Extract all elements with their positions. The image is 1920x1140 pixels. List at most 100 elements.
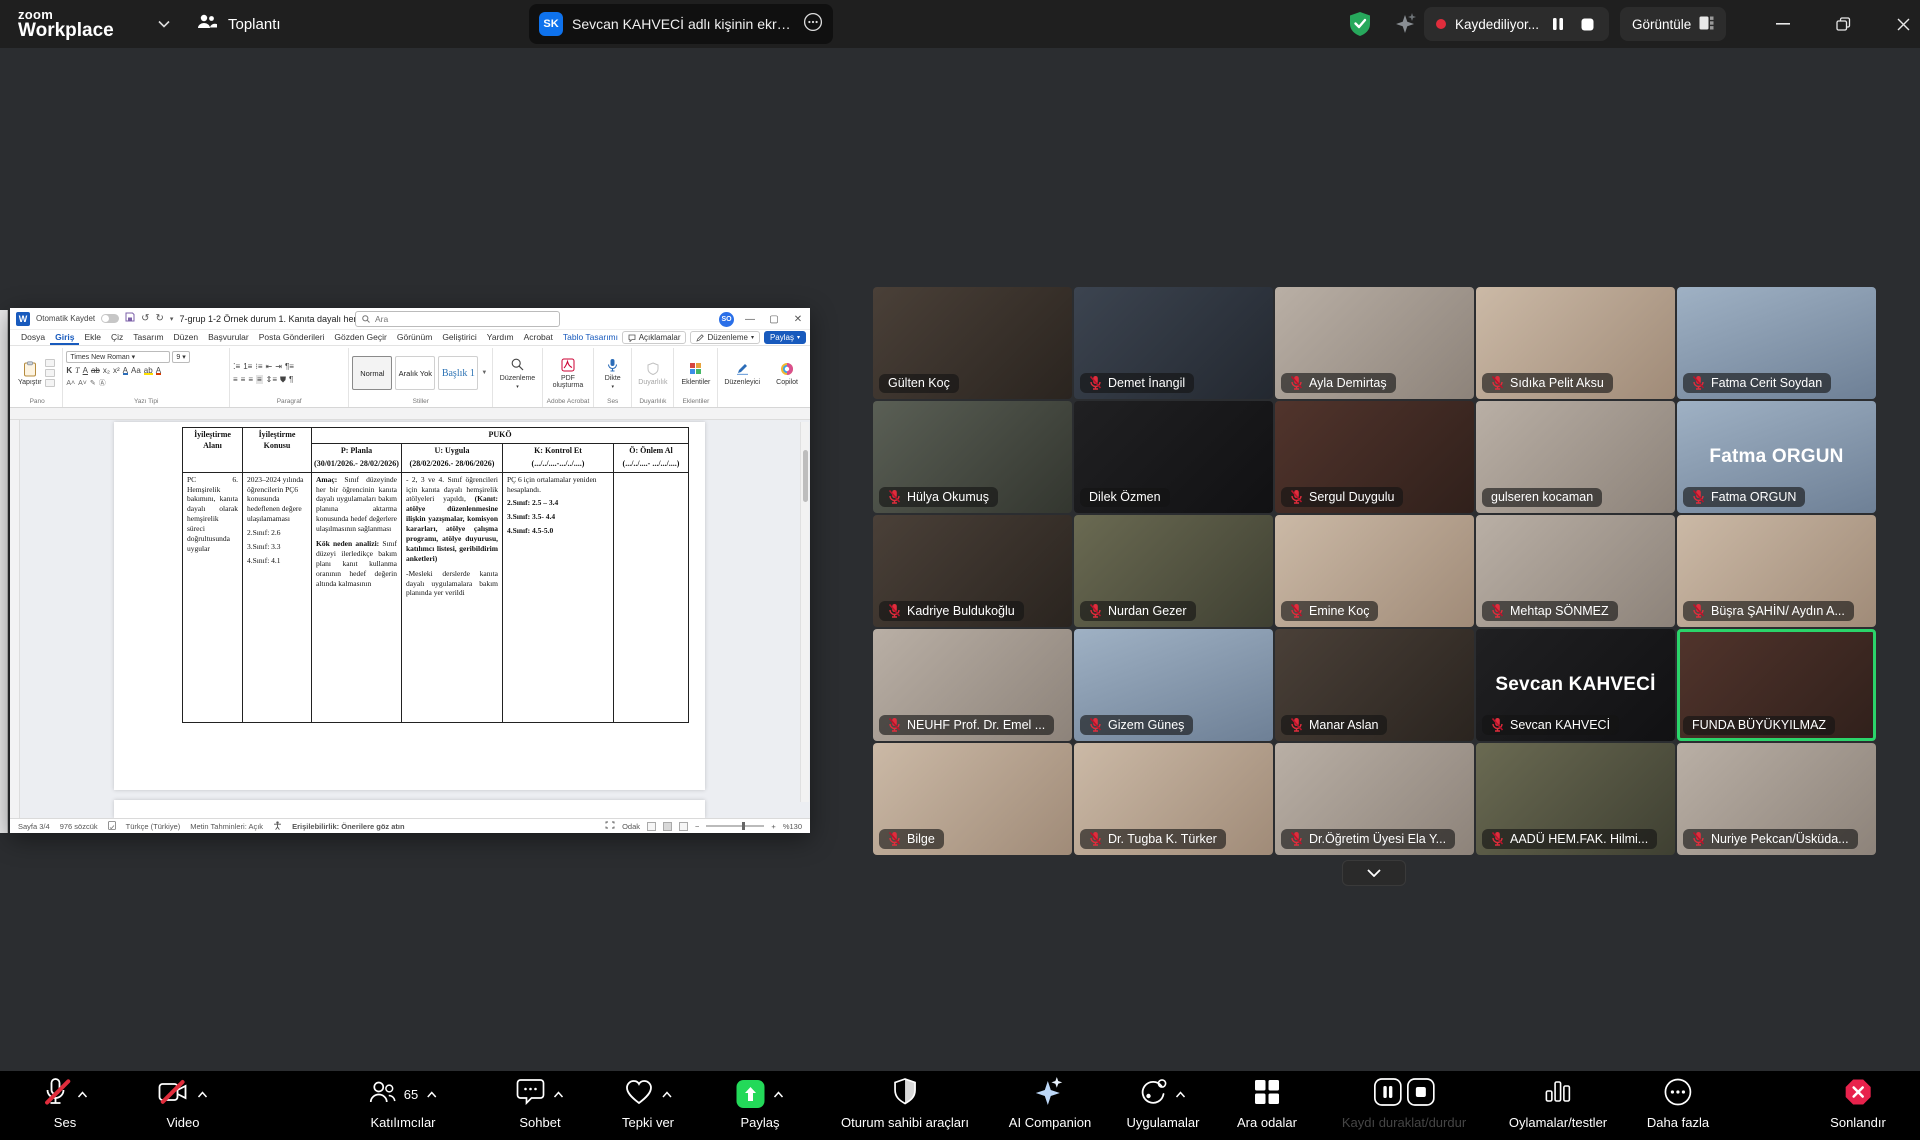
window-restore-button[interactable] [1828, 0, 1858, 48]
toolbar-host-tools-button[interactable]: Oturum sahibi araçları [841, 1079, 969, 1130]
font-size-select[interactable]: 9 ▾ [172, 351, 189, 363]
participant-tile[interactable]: Gülten Koç [873, 287, 1072, 399]
apps-options-chevron[interactable] [1176, 1091, 1186, 1098]
window-minimize-button[interactable] [1768, 0, 1798, 48]
ribbon-tab[interactable]: Düzen [169, 330, 204, 345]
editor-button[interactable]: Düzenleyici [721, 349, 763, 397]
pause-recording-icon[interactable] [1373, 1078, 1401, 1111]
dictate-button[interactable]: Dikte ▾ [602, 349, 624, 397]
zoom-slider[interactable] [706, 825, 764, 827]
participant-tile[interactable]: Dr.Öğretim Üyesi Ela Y... [1275, 743, 1474, 855]
participant-tile[interactable]: gulseren kocaman [1476, 401, 1675, 513]
document-page-3[interactable]: İyileştirme Alanıİyileştirme KonusuPUKÖP… [114, 422, 705, 790]
ribbon-tab[interactable]: Görünüm [392, 330, 437, 345]
ribbon-tab[interactable]: Acrobat [519, 330, 558, 345]
font-extra-buttons[interactable]: A˄A˅✎Ⓐ [66, 378, 226, 388]
participant-tile[interactable]: AADÜ HEM.FAK. Hilmi... [1476, 743, 1675, 855]
recording-stop-button[interactable] [1577, 14, 1597, 34]
ribbon-tab[interactable]: Çiz [106, 330, 128, 345]
ribbon-tab[interactable]: Dosya [16, 330, 50, 345]
style-normal[interactable]: Normal [352, 356, 392, 390]
participants-options-chevron[interactable] [427, 1091, 437, 1098]
participant-tile[interactable]: NEUHF Prof. Dr. Emel ... [873, 629, 1072, 741]
word-account-avatar[interactable]: SO [719, 312, 734, 327]
reactions-options-chevron[interactable] [662, 1091, 672, 1098]
word-search-box[interactable] [355, 311, 560, 327]
cut-copy-format-buttons[interactable] [45, 349, 55, 397]
list-buttons[interactable]: ⁚≡1≡⁝≡⇤⇥¶≡ [233, 362, 345, 371]
zoom-slider-knob[interactable] [742, 822, 745, 830]
font-name-select[interactable]: Times New Roman ▾ [66, 351, 170, 363]
toolbar-participants-button[interactable]: 65 Katılımcılar [369, 1079, 437, 1130]
addins-button[interactable]: Eklentiler [679, 349, 714, 397]
window-close-button[interactable] [1888, 0, 1918, 48]
grid-collapse-button[interactable] [1342, 860, 1406, 886]
chat-options-chevron[interactable] [554, 1091, 564, 1098]
ribbon-tab[interactable]: Geliştirici [437, 330, 481, 345]
toolbar-share-button[interactable]: Paylaş [737, 1079, 784, 1130]
ribbon-tab[interactable]: Başvurular [203, 330, 254, 345]
status-page[interactable]: Sayfa 3/4 [18, 822, 50, 831]
tab-meeting[interactable]: Toplantı [196, 0, 281, 48]
word-close-button[interactable]: ✕ [790, 314, 806, 325]
participant-tile[interactable]: Büşra ŞAHİN/ Aydın A... [1677, 515, 1876, 627]
ai-companion-status-icon[interactable] [1396, 0, 1418, 48]
ribbon-tab[interactable]: Yardım [482, 330, 519, 345]
qat-customize-icon[interactable]: ▾ [170, 315, 174, 323]
status-zoom-level[interactable]: %130 [783, 822, 802, 831]
video-options-chevron[interactable] [198, 1091, 208, 1098]
audio-options-chevron[interactable] [78, 1091, 88, 1098]
toolbar-ai-companion-button[interactable]: AI Companion [1009, 1079, 1091, 1130]
ribbon-tab[interactable]: Posta Gönderileri [254, 330, 330, 345]
participant-tile[interactable]: Dr. Tugba K. Türker [1074, 743, 1273, 855]
style-heading1[interactable]: Başlık 1 [438, 356, 478, 390]
word-minimize-button[interactable]: — [742, 314, 758, 325]
search-input[interactable] [375, 314, 535, 324]
participant-tile[interactable]: Fatma Cerit Soydan [1677, 287, 1876, 399]
participant-tile[interactable]: Dilek Özmen [1074, 401, 1273, 513]
toolbar-polls-button[interactable]: Oylamalar/testler [1509, 1079, 1607, 1130]
copilot-button[interactable]: Copilot [773, 349, 801, 397]
participant-tile[interactable]: Hülya Okumuş [873, 401, 1072, 513]
ribbon-tab[interactable]: Ekle [79, 330, 106, 345]
participant-tile[interactable]: Mehtap SÖNMEZ [1476, 515, 1675, 627]
status-language[interactable]: Türkçe (Türkiye) [126, 822, 181, 831]
participant-tile[interactable]: Gizem Güneş [1074, 629, 1273, 741]
ribbon-tab[interactable]: Giriş [50, 330, 79, 345]
focus-icon[interactable] [605, 821, 615, 831]
font-format-buttons[interactable]: KTAabx₂x²AAaabA [66, 366, 226, 375]
status-words[interactable]: 976 sözcük [60, 822, 98, 831]
view-button[interactable]: Görüntüle [1620, 7, 1726, 41]
participant-tile[interactable]: Bilge [873, 743, 1072, 855]
document-scrollbar[interactable] [800, 422, 809, 802]
participant-tile[interactable]: Ayla Demirtaş [1275, 287, 1474, 399]
editing-button[interactable]: Düzenleme ▾ [497, 349, 538, 397]
redo-icon[interactable]: ↻ [156, 313, 164, 324]
view-printlayout-button[interactable] [663, 822, 672, 831]
status-accessibility[interactable]: Erişilebilirlik: Önerilere göz atın [292, 822, 405, 831]
status-predictions[interactable]: Metin Tahminleri: Açık [190, 822, 263, 831]
toolbar-end-button[interactable]: Sonlandır [1830, 1079, 1886, 1130]
share-tab-more-icon[interactable] [803, 12, 823, 37]
save-icon[interactable] [125, 312, 135, 325]
stop-recording-icon[interactable] [1406, 1078, 1434, 1111]
shared-word-window[interactable]: W Otomatik Kaydet ↺ ↻ ▾ 7-grup 1-2 Örnek… [10, 308, 810, 833]
participant-tile[interactable]: Fatma ORGUNFatma ORGUN [1677, 401, 1876, 513]
participant-tile[interactable]: Emine Koç [1275, 515, 1474, 627]
paste-button[interactable]: Yapıştır [15, 349, 45, 397]
recording-pause-button[interactable] [1548, 14, 1568, 34]
document-page-4[interactable] [114, 800, 705, 818]
participant-tile[interactable]: Manar Aslan [1275, 629, 1474, 741]
participant-tile[interactable]: FUNDA BÜYÜKYILMAZ [1677, 629, 1876, 741]
toolbar-more-button[interactable]: Daha fazla [1647, 1079, 1709, 1130]
word-document-area[interactable]: İyileştirme Alanıİyileştirme KonusuPUKÖP… [10, 420, 810, 818]
toolbar-apps-button[interactable]: Uygulamalar [1127, 1079, 1200, 1130]
participant-tile[interactable]: Sevcan KAHVECİSevcan KAHVECİ [1476, 629, 1675, 741]
participant-tile[interactable]: Nuriye Pekcan/Üsküda... [1677, 743, 1876, 855]
proofing-icon[interactable] [108, 821, 116, 832]
security-shield-icon[interactable] [1348, 0, 1372, 48]
participant-tile[interactable]: Kadriye Buldukoğlu [873, 515, 1072, 627]
ribbon-tab[interactable]: Tablo Tasarımı [558, 330, 623, 345]
participant-tile[interactable]: Sergul Duygulu [1275, 401, 1474, 513]
view-readmode-button[interactable] [647, 822, 656, 831]
